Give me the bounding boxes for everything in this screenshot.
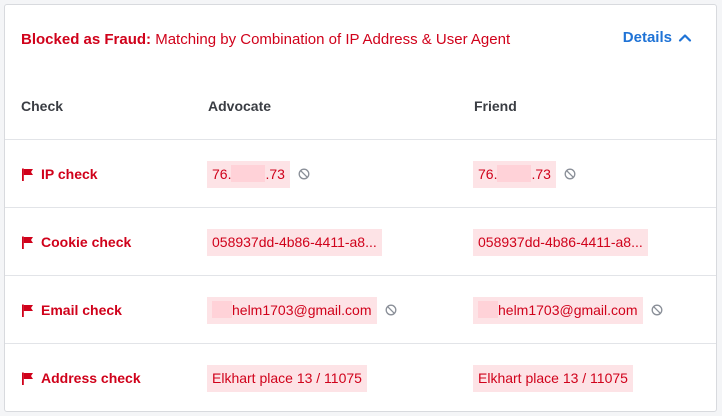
block-icon[interactable] xyxy=(651,304,663,316)
email-suffix: helm1703@gmail.com xyxy=(232,301,372,318)
block-icon[interactable] xyxy=(298,168,310,180)
advocate-address-value: Elkhart place 13 / 11075 xyxy=(207,364,367,392)
friend-address-cell: Elkhart place 13 / 11075 xyxy=(473,344,633,412)
advocate-address-cell: Elkhart place 13 / 11075 xyxy=(207,344,367,412)
details-toggle[interactable]: Details xyxy=(623,29,692,46)
column-header-check: Check xyxy=(21,98,64,114)
flag-icon xyxy=(22,168,33,181)
check-row-ip: IP check 76. .73 76. .73 xyxy=(5,139,716,207)
column-header-advocate: Advocate xyxy=(208,98,272,114)
ip-prefix: 76. xyxy=(478,165,498,182)
flag-icon xyxy=(22,372,33,385)
advocate-ip-value: 76. .73 xyxy=(207,160,290,188)
redaction-mask xyxy=(497,164,532,182)
column-header-friend: Friend xyxy=(474,98,517,114)
chevron-up-icon xyxy=(678,33,692,42)
fraud-alert-heading: Blocked as Fraud: Matching by Combinatio… xyxy=(21,28,581,51)
redaction-mask xyxy=(212,300,232,318)
friend-cookie-value: 058937dd-4b86-4411-a8... xyxy=(473,228,648,256)
check-label-email: Email check xyxy=(21,276,122,344)
advocate-ip-cell: 76. .73 xyxy=(207,140,310,208)
ip-suffix: .73 xyxy=(531,165,551,182)
friend-ip-cell: 76. .73 xyxy=(473,140,576,208)
ip-prefix: 76. xyxy=(212,165,232,182)
check-row-cookie: Cookie check 058937dd-4b86-4411-a8... 05… xyxy=(5,207,716,275)
fraud-alert-title: Blocked as Fraud: xyxy=(21,31,152,48)
friend-ip-value: 76. .73 xyxy=(473,160,556,188)
check-label-address: Address check xyxy=(21,344,141,412)
check-name: IP check xyxy=(41,166,98,182)
advocate-email-cell: helm1703@gmail.com xyxy=(207,276,397,344)
check-name: Cookie check xyxy=(41,234,132,250)
advocate-cookie-value: 058937dd-4b86-4411-a8... xyxy=(207,228,382,256)
friend-email-cell: helm1703@gmail.com xyxy=(473,276,663,344)
fraud-check-card: Blocked as Fraud: Matching by Combinatio… xyxy=(4,4,717,412)
advocate-cookie-cell: 058937dd-4b86-4411-a8... xyxy=(207,208,382,276)
block-icon[interactable] xyxy=(564,168,576,180)
check-name: Address check xyxy=(41,370,141,386)
check-name: Email check xyxy=(41,302,122,318)
friend-email-value: helm1703@gmail.com xyxy=(473,296,643,324)
check-label-cookie: Cookie check xyxy=(21,208,131,276)
redaction-mask xyxy=(478,300,498,318)
redaction-mask xyxy=(231,164,266,182)
advocate-email-value: helm1703@gmail.com xyxy=(207,296,377,324)
friend-address-value: Elkhart place 13 / 11075 xyxy=(473,364,633,392)
friend-cookie-cell: 058937dd-4b86-4411-a8... xyxy=(473,208,648,276)
ip-suffix: .73 xyxy=(265,165,285,182)
fraud-alert-message: Matching by Combination of IP Address & … xyxy=(151,31,511,48)
block-icon[interactable] xyxy=(385,304,397,316)
email-suffix: helm1703@gmail.com xyxy=(498,301,638,318)
check-label-ip: IP check xyxy=(21,140,98,208)
flag-icon xyxy=(22,236,33,249)
flag-icon xyxy=(22,304,33,317)
check-row-email: Email check helm1703@gmail.com helm1703@… xyxy=(5,275,716,343)
details-label: Details xyxy=(622,29,672,46)
check-row-address: Address check Elkhart place 13 / 11075 E… xyxy=(5,343,716,411)
